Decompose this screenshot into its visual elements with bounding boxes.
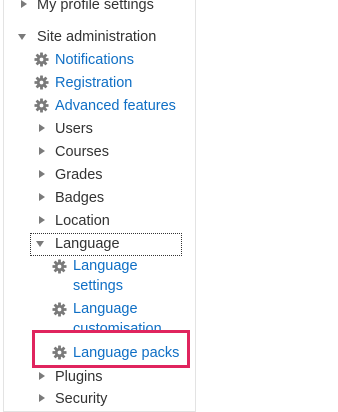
triangle-right-icon <box>39 147 45 155</box>
triangle-right-icon <box>39 216 45 224</box>
triangle-down-icon <box>36 241 44 247</box>
triangle-down-icon <box>18 34 26 40</box>
gear-icon <box>52 345 67 360</box>
triangle-right-icon <box>21 0 27 8</box>
triangle-right-icon <box>39 124 45 132</box>
gear-icon <box>52 302 67 317</box>
triangle-right-icon <box>39 193 45 201</box>
triangle-right-icon <box>39 170 45 178</box>
triangle-right-icon <box>39 394 45 402</box>
gear-icon <box>52 259 67 274</box>
gear-icon <box>34 75 49 90</box>
gear-icon <box>34 52 49 67</box>
gear-icon <box>34 98 49 113</box>
triangle-right-icon <box>39 372 45 380</box>
